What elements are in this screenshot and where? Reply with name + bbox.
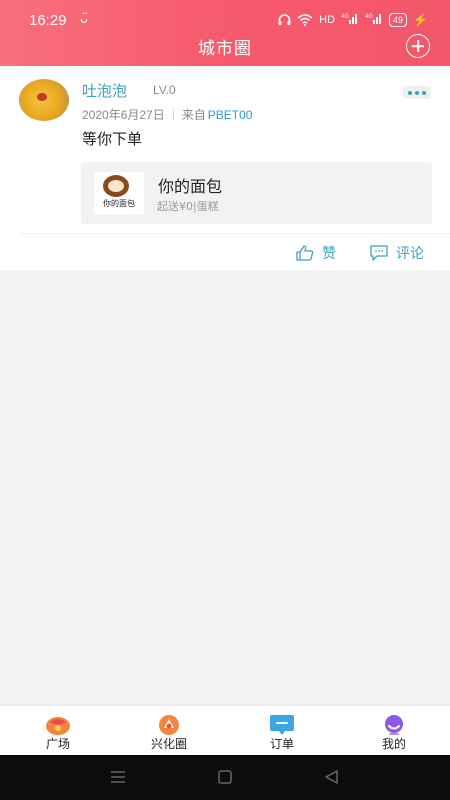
username[interactable]: 吐泡泡 bbox=[82, 80, 127, 101]
menu-icon[interactable] bbox=[108, 767, 128, 787]
charging-icon: ⚡ bbox=[413, 12, 428, 27]
page-title: 城市圈 bbox=[198, 39, 252, 59]
shop-logo-text: 你的面包 bbox=[103, 199, 135, 208]
tab-xinghua-circle[interactable]: 兴化圈 bbox=[113, 706, 225, 756]
like-button[interactable]: 赞 bbox=[296, 243, 336, 263]
tab-label: 广场 bbox=[45, 737, 70, 751]
signal-icon-1: 4G bbox=[341, 12, 359, 27]
plaza-icon bbox=[46, 717, 70, 735]
status-time: 16:29 bbox=[29, 12, 67, 29]
wifi-icon bbox=[297, 13, 313, 26]
meta-divider bbox=[172, 108, 174, 121]
post-meta: 2020年6月27日 来自 PBET00 bbox=[82, 106, 252, 123]
avatar[interactable] bbox=[19, 79, 69, 121]
tab-label: 订单 bbox=[269, 737, 294, 751]
like-label: 赞 bbox=[322, 246, 336, 262]
comment-button[interactable]: 评论 bbox=[370, 243, 424, 263]
battery-icon: 49 bbox=[389, 12, 408, 27]
tab-orders[interactable]: 订单 bbox=[226, 706, 338, 756]
comment-label: 评论 bbox=[396, 246, 424, 262]
post-card: 吐泡泡 LV.0 2020年6月27日 来自 PBET00 等你下单 你的面包 … bbox=[0, 66, 450, 270]
hd-label: HD bbox=[319, 13, 336, 26]
home-icon[interactable] bbox=[215, 767, 235, 787]
thumbs-up-icon bbox=[296, 245, 314, 261]
device-name: PBET00 bbox=[207, 107, 253, 122]
divider bbox=[20, 233, 450, 234]
post-content: 等你下单 bbox=[82, 130, 143, 148]
post-date: 2020年6月27日 bbox=[82, 108, 165, 122]
back-icon[interactable] bbox=[322, 767, 342, 787]
tab-profile[interactable]: 我的 bbox=[338, 706, 450, 756]
user-level: LV.0 bbox=[153, 83, 176, 97]
more-options-button[interactable] bbox=[403, 86, 431, 99]
shop-card[interactable]: 你的面包 你的面包 起送¥0|蛋糕 bbox=[81, 162, 432, 224]
headset-icon bbox=[278, 13, 291, 25]
comment-icon bbox=[370, 245, 388, 261]
shop-name: 你的面包 bbox=[158, 177, 223, 196]
svg-text:4G: 4G bbox=[341, 14, 349, 20]
tab-label: 兴化圈 bbox=[150, 737, 187, 751]
shop-logo: 你的面包 bbox=[94, 172, 144, 214]
notification-icon: ᴗ̈ bbox=[80, 12, 88, 27]
circle-icon bbox=[159, 715, 179, 735]
donut-icon bbox=[103, 175, 129, 197]
tab-label: 我的 bbox=[381, 737, 406, 751]
svg-text:4G: 4G bbox=[365, 14, 373, 20]
status-indicators: HD 4G 4G 49 ⚡ bbox=[278, 12, 428, 27]
add-post-button[interactable] bbox=[406, 34, 430, 58]
source-prefix: 来自 bbox=[181, 108, 206, 122]
tab-plaza[interactable]: 广场 bbox=[2, 706, 114, 756]
bottom-tab-bar: 广场 兴化圈 订单 我的 bbox=[0, 705, 450, 755]
system-nav-bar bbox=[0, 755, 450, 800]
profile-icon bbox=[385, 715, 403, 735]
app-header: 16:29 ᴗ̈ HD 4G 4G 49 ⚡ 城市圈 bbox=[0, 0, 450, 66]
signal-icon-2: 4G bbox=[365, 12, 383, 27]
order-icon bbox=[270, 715, 294, 735]
shop-subtitle: 起送¥0|蛋糕 bbox=[157, 200, 219, 213]
